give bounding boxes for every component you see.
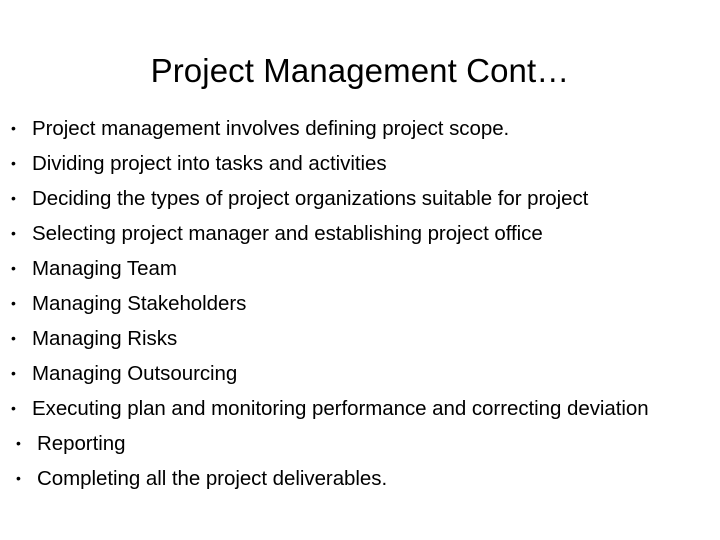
list-item-text: Completing all the project deliverables. [37,467,388,490]
list-item-text: Executing plan and monitoring performanc… [32,397,649,420]
list-item: • Dividing project into tasks and activi… [0,146,720,181]
list-item-text: Deciding the types of project organizati… [32,187,589,210]
list-item-text: Dividing project into tasks and activiti… [32,152,387,175]
bullet-point-icon: • [11,330,16,346]
bullet-point-icon: • [11,295,16,311]
list-item-text: Reporting [37,432,126,455]
bullet-point-icon: • [16,435,21,451]
list-item-text: Managing Stakeholders [32,292,247,315]
list-item-text: Project management involves defining pro… [32,117,510,140]
bullet-point-icon: • [11,365,16,381]
list-item-text: Selecting project manager and establishi… [32,222,543,245]
list-item-text: Managing Team [32,257,177,280]
list-item: • Selecting project manager and establis… [0,216,720,251]
bullet-point-icon: • [11,225,16,241]
bullet-point-icon: • [11,260,16,276]
slide-canvas: Project Management Cont… • Project manag… [0,0,720,540]
list-item: • Managing Risks [0,321,720,356]
list-item: • Completing all the project deliverable… [0,461,720,496]
list-item: • Managing Team [0,251,720,286]
list-item: • Reporting [0,426,720,461]
list-item-text: Managing Risks [32,327,178,350]
bullet-point-icon: • [11,190,16,206]
list-item-text: Managing Outsourcing [32,362,238,385]
bullet-list: • Project management involves defining p… [0,111,720,496]
page-title: Project Management Cont… [150,52,570,89]
list-item: • Managing Outsourcing [0,356,720,391]
bullet-point-icon: • [11,120,16,136]
bullet-point-icon: • [11,400,16,416]
list-item: • Executing plan and monitoring performa… [0,391,720,426]
bullet-point-icon: • [11,155,16,171]
list-item: • Managing Stakeholders [0,286,720,321]
list-item: • Project management involves defining p… [0,111,720,146]
bullet-point-icon: • [16,470,21,486]
list-item: • Deciding the types of project organiza… [0,181,720,216]
